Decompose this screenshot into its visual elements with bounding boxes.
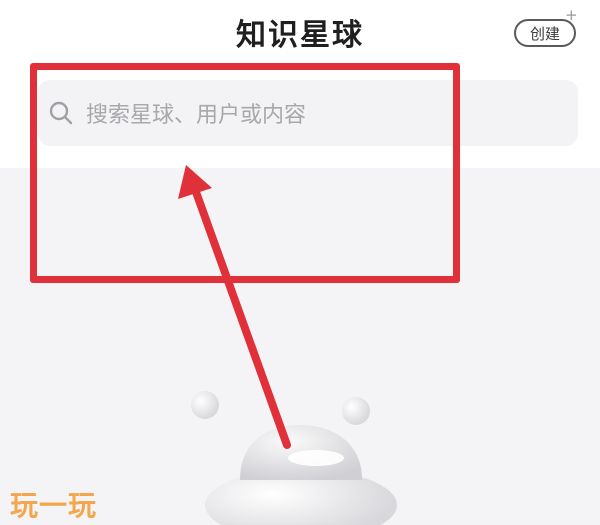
ufo-highlight (288, 450, 344, 466)
bubble (191, 391, 219, 419)
highlight-box (30, 63, 460, 283)
watermark-logo: 玩一玩 (10, 489, 98, 522)
bubble (342, 397, 370, 425)
